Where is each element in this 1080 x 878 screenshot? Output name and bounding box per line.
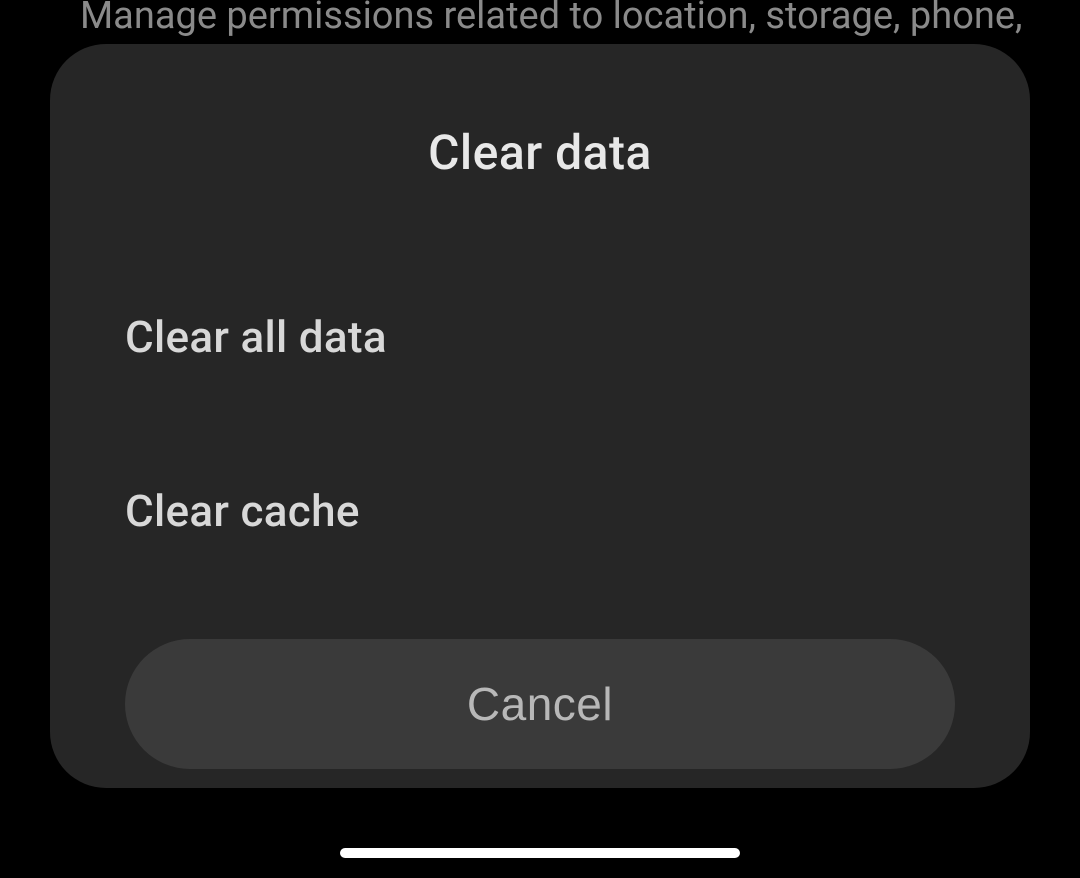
clear-all-data-option[interactable]: Clear all data xyxy=(50,281,1030,393)
home-indicator[interactable] xyxy=(340,848,740,858)
clear-cache-option[interactable]: Clear cache xyxy=(50,455,1030,567)
clear-data-dialog: Clear data Clear all data Clear cache Ca… xyxy=(50,44,1030,788)
cancel-button[interactable]: Cancel xyxy=(125,639,955,769)
dialog-title: Clear data xyxy=(50,124,1030,181)
